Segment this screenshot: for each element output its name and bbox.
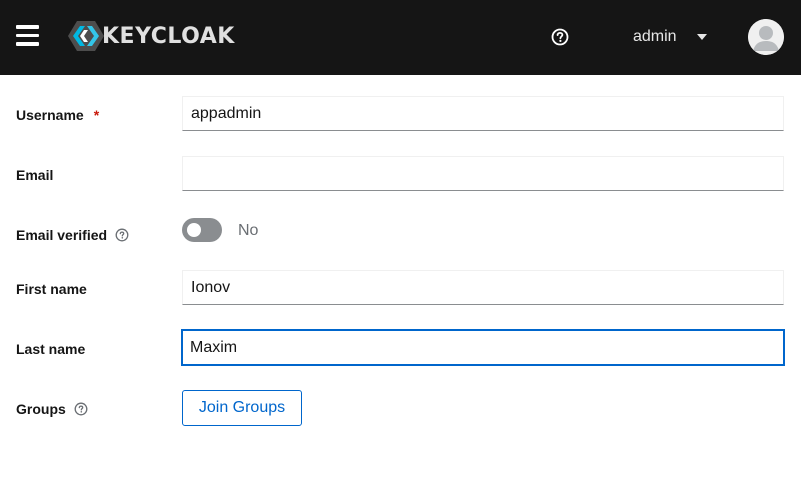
keycloak-logo-icon bbox=[68, 21, 104, 51]
join-groups-button[interactable]: Join Groups bbox=[182, 390, 302, 426]
hamburger-menu-icon[interactable] bbox=[16, 25, 40, 47]
keycloak-logo[interactable]: KEYCLOAK bbox=[68, 20, 235, 52]
last-name-value: Maxim bbox=[190, 338, 238, 356]
email-field[interactable] bbox=[182, 156, 784, 191]
masthead: KEYCLOAK admin bbox=[0, 0, 801, 75]
help-icon[interactable] bbox=[115, 228, 129, 242]
chevron-down-icon bbox=[696, 34, 707, 40]
email-label: Email bbox=[16, 165, 53, 185]
logo-text: KEYCLOAK bbox=[102, 23, 235, 49]
help-icon[interactable] bbox=[550, 27, 570, 47]
user-avatar-icon bbox=[748, 19, 784, 55]
last-name-field[interactable]: Maxim bbox=[181, 329, 785, 366]
user-dropdown[interactable]: admin bbox=[620, 22, 707, 52]
user-name: admin bbox=[633, 28, 677, 45]
first-name-value: Ionov bbox=[191, 278, 231, 296]
username-field[interactable]: appadmin bbox=[182, 96, 784, 131]
required-indicator: * bbox=[93, 107, 100, 123]
username-value: appadmin bbox=[191, 104, 262, 122]
username-label-text: Username bbox=[16, 107, 84, 123]
toggle-knob bbox=[187, 223, 201, 237]
groups-label-text: Groups bbox=[16, 401, 66, 417]
groups-label: Groups bbox=[16, 399, 88, 419]
first-name-label-text: First name bbox=[16, 281, 87, 297]
avatar[interactable] bbox=[748, 19, 784, 55]
username-label: Username * bbox=[16, 105, 99, 125]
email-verified-toggle[interactable] bbox=[182, 218, 222, 242]
email-verified-label-text: Email verified bbox=[16, 227, 108, 243]
first-name-field[interactable]: Ionov bbox=[182, 270, 784, 305]
email-verified-state: No bbox=[238, 222, 259, 239]
first-name-label: First name bbox=[16, 279, 87, 299]
email-label-text: Email bbox=[16, 167, 54, 183]
last-name-label: Last name bbox=[16, 339, 85, 359]
help-icon[interactable] bbox=[74, 402, 88, 416]
user-details-form: Username * appadmin Email Email verified… bbox=[0, 75, 801, 477]
last-name-label-text: Last name bbox=[16, 341, 86, 357]
email-verified-label: Email verified bbox=[16, 225, 129, 245]
